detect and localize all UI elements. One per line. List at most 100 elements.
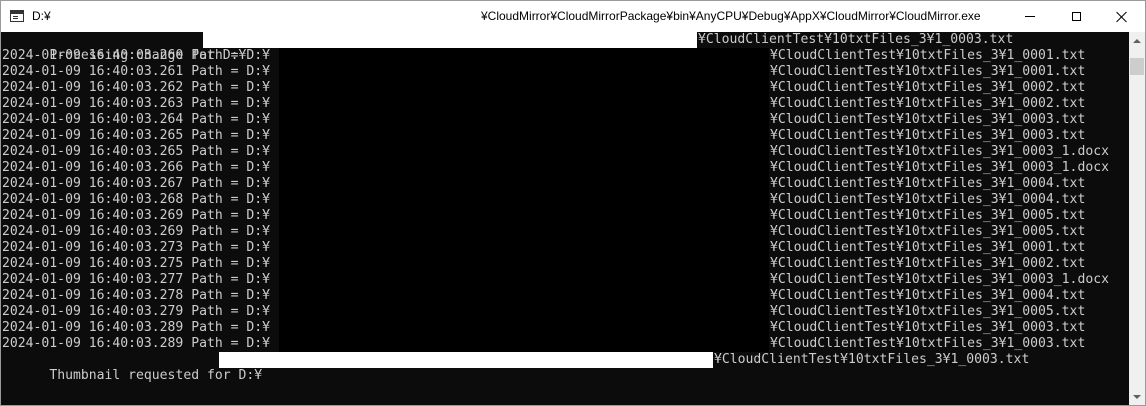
log-path-label: Path = D:¥	[183, 48, 271, 63]
log-file-path: ¥CloudClientTest¥10txtFiles_3¥1_0002.txt	[770, 96, 1086, 111]
log-row: 2024-01-09 16:40:03.267 Path = D:¥	[2, 176, 270, 192]
log-timestamp: 2024-01-09 16:40:03.278	[2, 288, 184, 303]
log-path-label: Path = D:¥	[183, 192, 271, 207]
log-path-label: Path = D:¥	[183, 272, 271, 287]
log-timestamp: 2024-01-09 16:40:03.268	[2, 192, 184, 207]
log-row: 2024-01-09 16:40:03.265 Path = D:¥	[2, 128, 270, 144]
thumbnail-requested-suffix: ¥CloudClientTest¥10txtFiles_3¥1_0003.txt	[714, 352, 1030, 367]
console-app-icon[interactable]	[10, 10, 24, 22]
log-timestamp: 2024-01-09 16:40:03.265	[2, 144, 184, 159]
log-row: 2024-01-09 16:40:03.278 Path = D:¥	[2, 288, 270, 304]
log-file-path: ¥CloudClientTest¥10txtFiles_3¥1_0003_1.d…	[770, 144, 1109, 159]
scroll-down-button[interactable]	[1129, 388, 1145, 405]
log-file-path: ¥CloudClientTest¥10txtFiles_3¥1_0003_1.d…	[770, 160, 1109, 175]
close-button[interactable]	[1099, 1, 1145, 32]
scroll-down-arrow-icon	[1133, 394, 1141, 399]
log-file-path: ¥CloudClientTest¥10txtFiles_3¥1_0002.txt	[770, 80, 1086, 95]
log-timestamp: 2024-01-09 16:40:03.279	[2, 304, 184, 319]
log-row: 2024-01-09 16:40:03.277 Path = D:¥	[2, 272, 270, 288]
log-path-label: Path = D:¥	[183, 256, 271, 271]
window-title-drive: D:¥	[32, 9, 51, 23]
scroll-up-arrow-icon	[1133, 38, 1141, 43]
log-timestamp: 2024-01-09 16:40:03.265	[2, 128, 184, 143]
log-timestamp: 2024-01-09 16:40:03.266	[2, 160, 184, 175]
log-path-label: Path = D:¥	[183, 80, 271, 95]
log-timestamp: 2024-01-09 16:40:03.262	[2, 80, 184, 95]
log-timestamp: 2024-01-09 16:40:03.267	[2, 176, 184, 191]
log-file-path: ¥CloudClientTest¥10txtFiles_3¥1_0001.txt	[770, 64, 1086, 79]
log-path-label: Path = D:¥	[183, 320, 271, 335]
log-row: 2024-01-09 16:40:03.269 Path = D:¥	[2, 208, 270, 224]
redacted-path-block	[203, 32, 697, 48]
log-file-path: ¥CloudClientTest¥10txtFiles_3¥1_0004.txt	[770, 176, 1086, 191]
log-row: 2024-01-09 16:40:03.269 Path = D:¥	[2, 224, 270, 240]
log-file-path: ¥CloudClientTest¥10txtFiles_3¥1_0003.txt	[770, 336, 1086, 351]
redacted-path-block-footer	[219, 352, 713, 368]
log-file-path: ¥CloudClientTest¥10txtFiles_3¥1_0003_1.d…	[770, 272, 1109, 287]
close-icon	[1116, 11, 1128, 23]
log-row: 2024-01-09 16:40:03.262 Path = D:¥	[2, 80, 270, 96]
log-timestamp: 2024-01-09 16:40:03.269	[2, 208, 184, 223]
log-file-path: ¥CloudClientTest¥10txtFiles_3¥1_0001.txt	[770, 240, 1086, 255]
log-path-label: Path = D:¥	[183, 144, 271, 159]
log-row: 2024-01-09 16:40:03.263 Path = D:¥	[2, 96, 270, 112]
log-path-label: Path = D:¥	[183, 208, 271, 223]
maximize-icon	[1071, 12, 1081, 21]
log-path-label: Path = D:¥	[183, 336, 271, 351]
log-row: 2024-01-09 16:40:03.289 Path = D:¥	[2, 320, 270, 336]
vertical-scrollbar[interactable]	[1129, 32, 1145, 405]
scroll-up-button[interactable]	[1129, 32, 1145, 49]
console-output[interactable]: Processing change for D:¥ ¥CloudClientTe…	[1, 32, 1129, 405]
title-bar[interactable]: D:¥ ¥CloudMirror¥CloudMirrorPackage¥bin¥…	[1, 1, 1145, 32]
maximize-button[interactable]	[1053, 1, 1099, 32]
log-path-label: Path = D:¥	[183, 288, 271, 303]
log-file-path: ¥CloudClientTest¥10txtFiles_3¥1_0003.txt	[770, 320, 1086, 335]
scrollbar-thumb[interactable]	[1130, 58, 1144, 75]
processing-change-suffix: ¥CloudClientTest¥10txtFiles_3¥1_0003.txt	[698, 32, 1014, 47]
log-file-path: ¥CloudClientTest¥10txtFiles_3¥1_0003.txt	[770, 128, 1086, 143]
log-timestamp: 2024-01-09 16:40:03.289	[2, 320, 184, 335]
minimize-button[interactable]	[1007, 1, 1053, 32]
log-file-path: ¥CloudClientTest¥10txtFiles_3¥1_0005.txt	[770, 224, 1086, 239]
log-file-path: ¥CloudClientTest¥10txtFiles_3¥1_0004.txt	[770, 192, 1086, 207]
log-row: 2024-01-09 16:40:03.264 Path = D:¥	[2, 112, 270, 128]
log-timestamp: 2024-01-09 16:40:03.289	[2, 336, 184, 351]
log-path-label: Path = D:¥	[183, 240, 271, 255]
redacted-path-region	[279, 48, 769, 352]
log-timestamp: 2024-01-09 16:40:03.261	[2, 64, 184, 79]
log-file-path: ¥CloudClientTest¥10txtFiles_3¥1_0005.txt	[770, 208, 1086, 223]
log-timestamp: 2024-01-09 16:40:03.260	[2, 48, 184, 63]
log-path-label: Path = D:¥	[183, 128, 271, 143]
log-file-path: ¥CloudClientTest¥10txtFiles_3¥1_0005.txt	[770, 304, 1086, 319]
log-path-label: Path = D:¥	[183, 224, 271, 239]
log-row: 2024-01-09 16:40:03.268 Path = D:¥	[2, 192, 270, 208]
log-timestamp: 2024-01-09 16:40:03.263	[2, 96, 184, 111]
log-timestamp: 2024-01-09 16:40:03.275	[2, 256, 184, 271]
log-path-label: Path = D:¥	[183, 64, 271, 79]
log-row: 2024-01-09 16:40:03.275 Path = D:¥	[2, 256, 270, 272]
log-row: 2024-01-09 16:40:03.266 Path = D:¥	[2, 160, 270, 176]
log-timestamp: 2024-01-09 16:40:03.269	[2, 224, 184, 239]
log-file-path: ¥CloudClientTest¥10txtFiles_3¥1_0003.txt	[770, 112, 1086, 127]
window-title-path: ¥CloudMirror¥CloudMirrorPackage¥bin¥AnyC…	[481, 9, 981, 23]
log-file-path: ¥CloudClientTest¥10txtFiles_3¥1_0002.txt	[770, 256, 1086, 271]
log-row: 2024-01-09 16:40:03.289 Path = D:¥	[2, 336, 270, 352]
log-row: 2024-01-09 16:40:03.273 Path = D:¥	[2, 240, 270, 256]
log-path-label: Path = D:¥	[183, 176, 271, 191]
log-path-label: Path = D:¥	[183, 160, 271, 175]
log-timestamp: 2024-01-09 16:40:03.273	[2, 240, 184, 255]
log-timestamp: 2024-01-09 16:40:03.277	[2, 272, 184, 287]
thumbnail-requested-prefix: Thumbnail requested for D:¥	[49, 368, 263, 383]
console-window: D:¥ ¥CloudMirror¥CloudMirrorPackage¥bin¥…	[0, 0, 1146, 406]
log-row: 2024-01-09 16:40:03.279 Path = D:¥	[2, 304, 270, 320]
minimize-icon	[1025, 16, 1035, 17]
log-path-label: Path = D:¥	[183, 112, 271, 127]
log-row: 2024-01-09 16:40:03.261 Path = D:¥	[2, 64, 270, 80]
log-row: 2024-01-09 16:40:03.265 Path = D:¥	[2, 144, 270, 160]
log-path-label: Path = D:¥	[183, 304, 271, 319]
log-row: 2024-01-09 16:40:03.260 Path = D:¥	[2, 48, 270, 64]
log-timestamp: 2024-01-09 16:40:03.264	[2, 112, 184, 127]
log-path-label: Path = D:¥	[183, 96, 271, 111]
log-file-path: ¥CloudClientTest¥10txtFiles_3¥1_0004.txt	[770, 288, 1086, 303]
log-file-path: ¥CloudClientTest¥10txtFiles_3¥1_0001.txt	[770, 48, 1086, 63]
